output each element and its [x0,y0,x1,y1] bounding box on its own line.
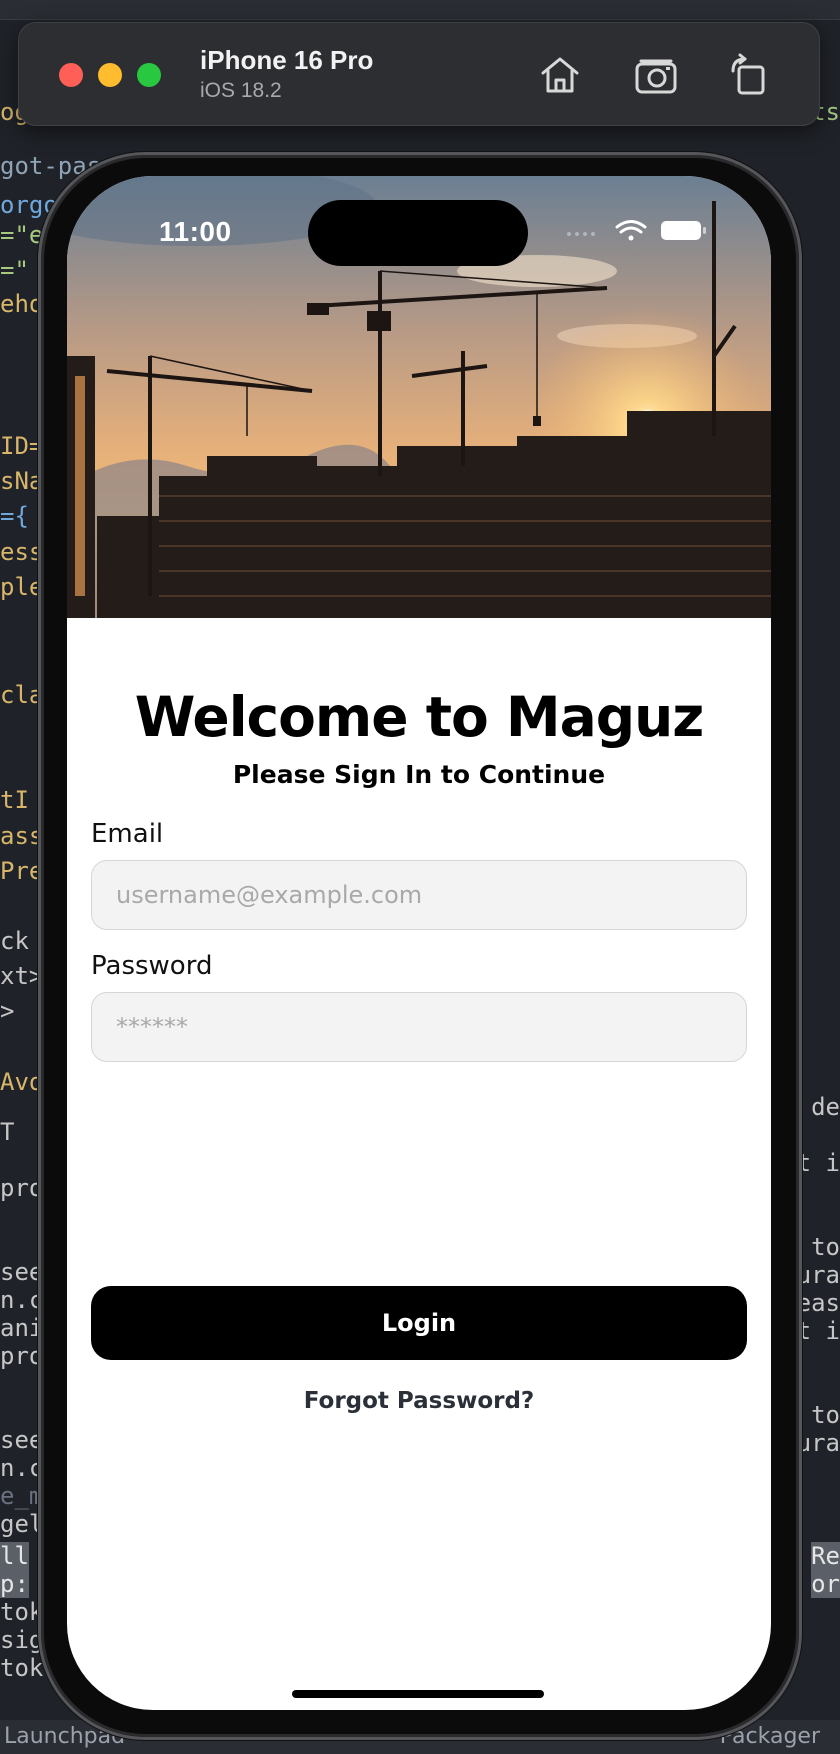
email-label: Email [91,819,164,849]
code-line: eas [796,1289,840,1317]
code-line: eho [0,290,44,318]
code-line: ura [796,1261,840,1289]
close-window-button[interactable] [59,63,83,87]
code-line: Re [811,1542,840,1570]
code-line: ID= [0,432,44,460]
home-indicator[interactable] [292,1690,544,1698]
code-line: de [811,1093,840,1121]
minimize-window-button[interactable] [98,63,122,87]
code-line: T [0,1118,15,1146]
password-field[interactable] [91,992,747,1062]
login-button[interactable]: Login [91,1286,747,1360]
code-line: sNa [0,467,44,495]
code-line: tI [0,786,29,814]
home-icon[interactable] [536,51,584,99]
code-line: ess [0,538,44,566]
code-line: Avo [0,1068,44,1096]
wifi-icon [615,220,647,241]
device-name: iPhone 16 Pro [200,45,374,75]
code-line: or [811,1570,840,1598]
code-line: to [811,1233,840,1261]
code-line: t i [796,1317,840,1345]
device-os-version: iOS 18.2 [200,79,282,102]
zoom-window-button[interactable] [137,63,161,87]
editor-tab-strip [0,0,840,20]
cellular-signal-icon [567,232,595,236]
code-line: > [0,997,15,1025]
code-line: ple [0,573,44,601]
code-line: p: [0,1570,29,1598]
code-line: =" [0,256,29,284]
rotate-device-icon[interactable] [725,51,773,99]
code-line: ll [0,1542,29,1570]
page-title: Welcome to Maguz [134,685,705,749]
status-bar-time: 11:00 [159,216,232,247]
code-line: see [0,1426,44,1454]
screenshot-camera-icon[interactable] [633,51,681,99]
phone-screen: 11:00 Welcome to Maguz Please Sign In to… [67,176,771,1710]
page-subtitle: Please Sign In to Continue [232,760,606,789]
code-line: pro [0,1174,44,1202]
status-bar-icons [565,216,735,246]
code-line: to [811,1401,840,1429]
code-line: cla [0,681,44,709]
dynamic-island [308,200,528,266]
battery-icon [661,221,706,240]
code-line: xt> [0,962,44,990]
code-line: see [0,1258,44,1286]
code-line: t i [796,1149,840,1177]
code-line: ura [796,1429,840,1457]
password-label: Password [91,951,213,981]
code-line: pro [0,1342,44,1370]
forgot-password-link[interactable]: Forgot Password? [67,1388,771,1414]
email-field[interactable] [91,860,747,930]
code-line: ={ [0,502,29,530]
simulator-toolbar: iPhone 16 Pro iOS 18.2 [18,22,820,126]
